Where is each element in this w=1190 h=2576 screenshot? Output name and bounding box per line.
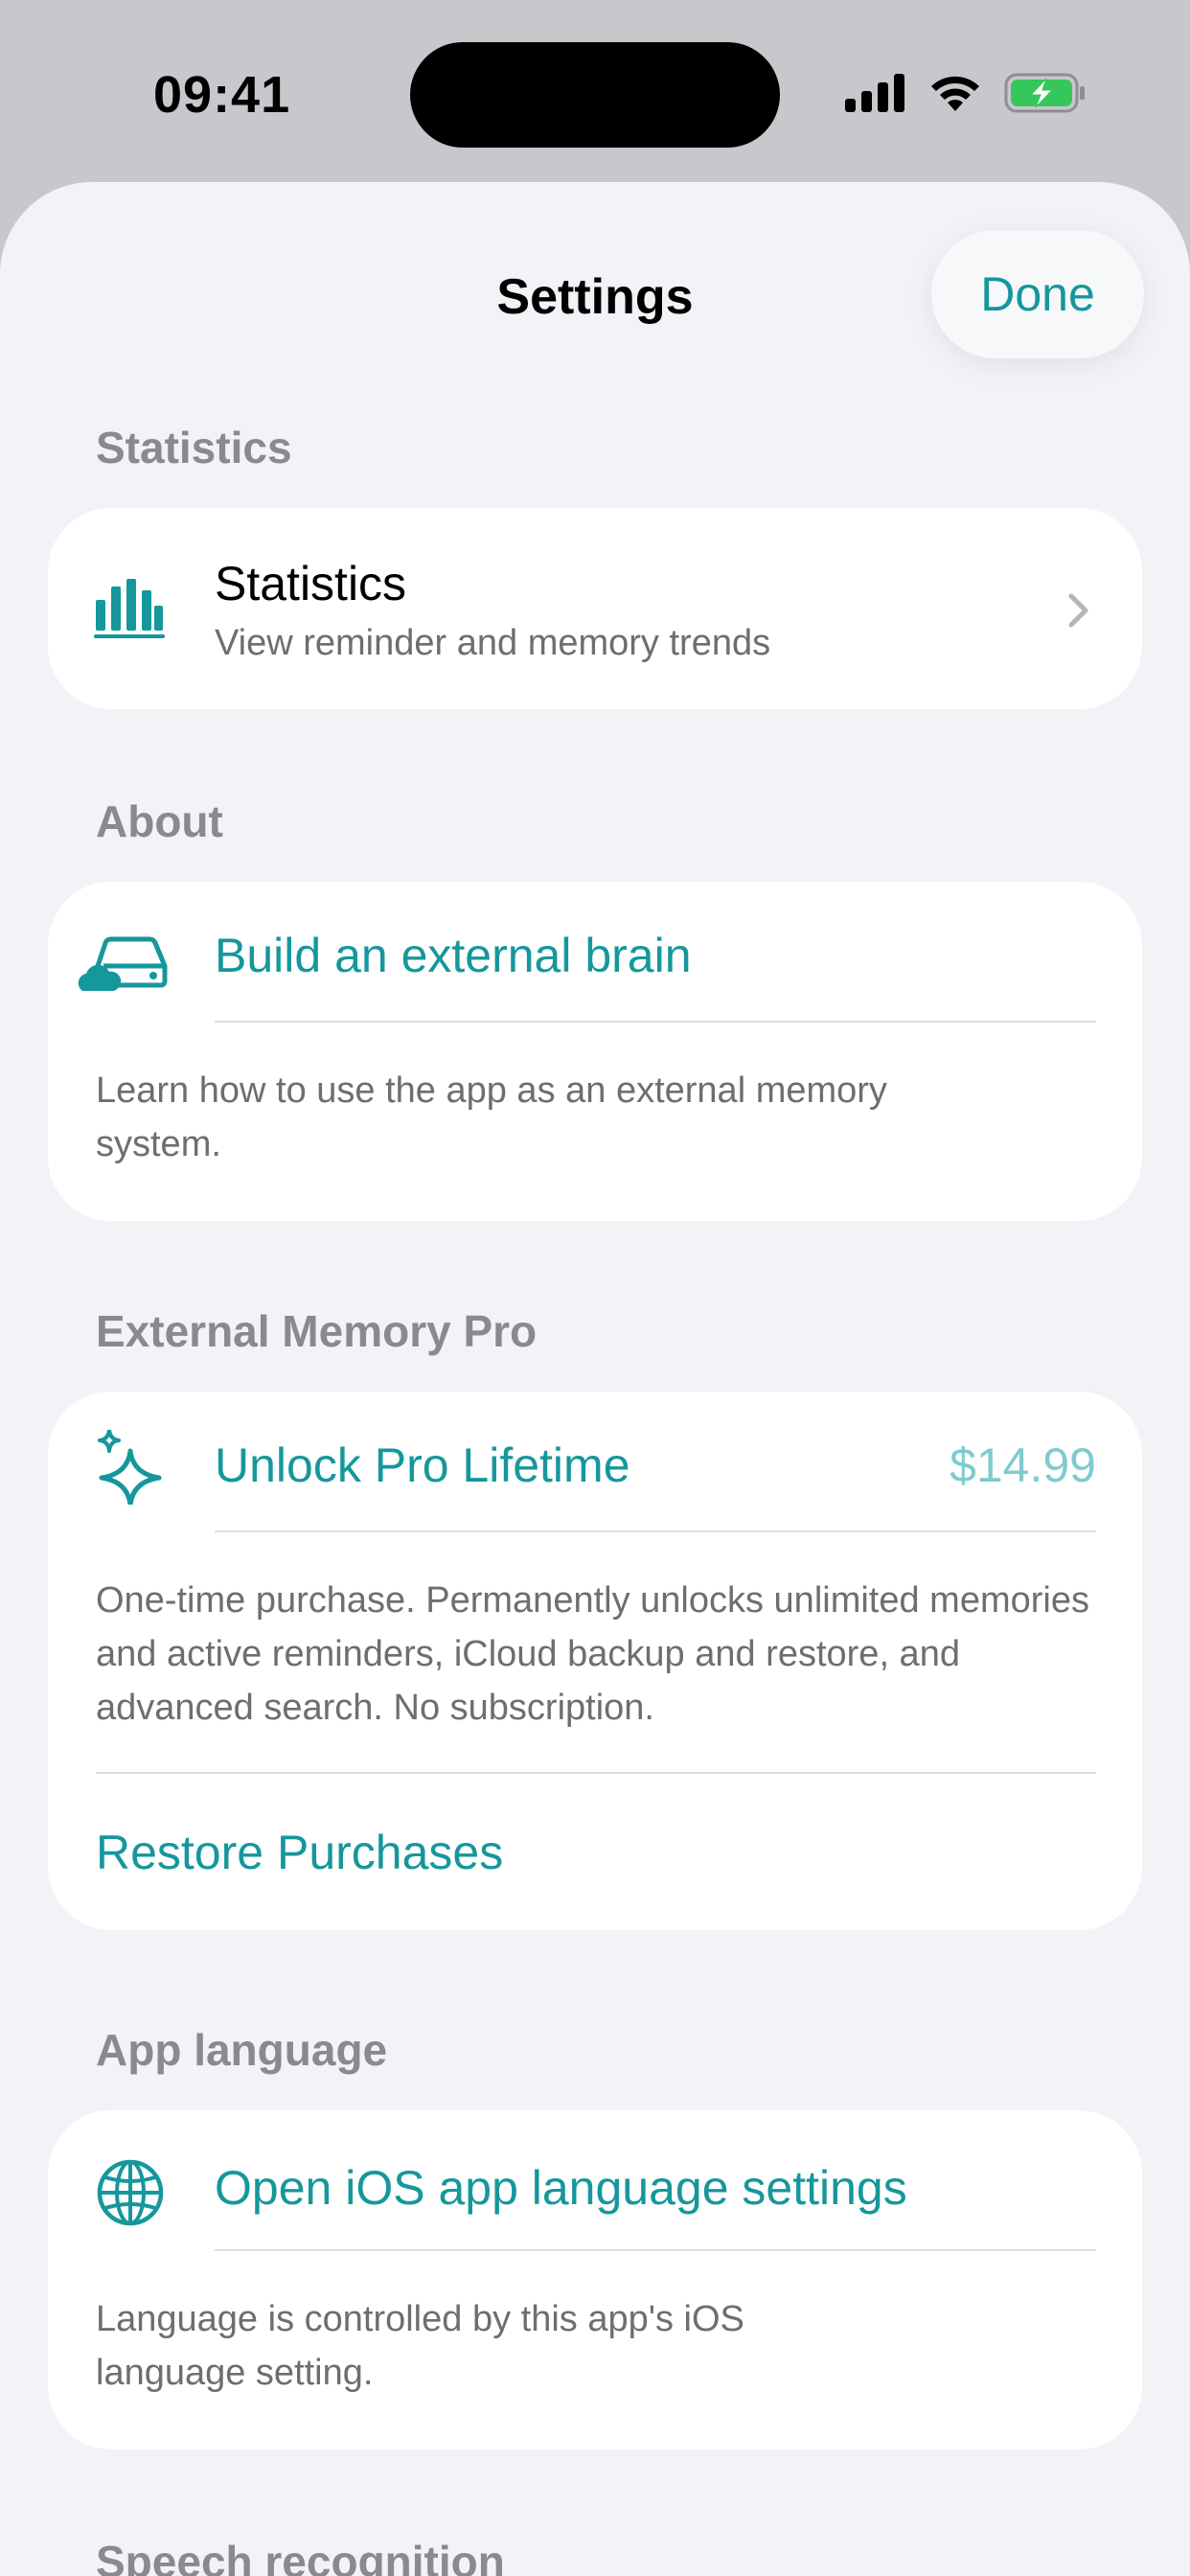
section-header-pro: External Memory Pro <box>96 1306 538 1356</box>
pro-description: One-time purchase. Permanently unlocks u… <box>96 1580 1089 1728</box>
wifi-icon <box>931 76 979 111</box>
signal-icon <box>845 74 904 112</box>
language-description: Language is controlled by this app's iOS… <box>96 2299 744 2393</box>
chevron-right-icon <box>1068 593 1088 628</box>
chart-bar-icon <box>94 579 165 638</box>
sparkles-icon <box>98 1430 162 1505</box>
pro-price: $14.99 <box>950 1438 1096 1492</box>
about-description: Learn how to use the app as an external … <box>96 1070 887 1164</box>
statistics-row-title: Statistics <box>215 557 407 610</box>
unlock-pro-lifetime-button[interactable]: Unlock Pro Lifetime <box>215 1438 630 1493</box>
battery-charging-icon <box>1004 73 1085 113</box>
open-language-settings-link[interactable]: Open iOS app language settings <box>215 2160 907 2216</box>
section-header-about: About <box>96 796 223 846</box>
about-card: Build an external brain Learn how to use… <box>48 882 1142 1221</box>
language-card: Open iOS app language settings Language … <box>48 2110 1142 2450</box>
done-button[interactable]: Done <box>931 230 1144 358</box>
divider <box>215 2249 1096 2251</box>
statistics-row-subtitle: View reminder and memory trends <box>215 623 771 663</box>
settings-sheet: Settings Done Statistics Statistics View… <box>0 182 1190 2576</box>
status-icons <box>845 73 1087 113</box>
status-time: 09:41 <box>153 66 291 124</box>
section-header-statistics: Statistics <box>96 423 292 472</box>
divider <box>215 1530 1096 1532</box>
divider <box>215 1021 1096 1023</box>
screen: 09:41 Settings Done Statistics Statistic… <box>0 0 1190 2576</box>
pro-card: Unlock Pro Lifetime $14.99 One-time purc… <box>48 1392 1142 1930</box>
globe-icon <box>97 2159 164 2226</box>
divider <box>96 1772 1096 1774</box>
restore-purchases-button[interactable]: Restore Purchases <box>96 1825 503 1880</box>
dynamic-island <box>410 42 780 148</box>
section-header-language: App language <box>96 2025 388 2075</box>
statistics-card[interactable]: Statistics View reminder and memory tren… <box>48 508 1142 709</box>
car-cloud-icon <box>78 936 168 991</box>
build-external-brain-link[interactable]: Build an external brain <box>215 928 692 983</box>
section-header-speech: Speech recognition <box>96 2537 505 2576</box>
